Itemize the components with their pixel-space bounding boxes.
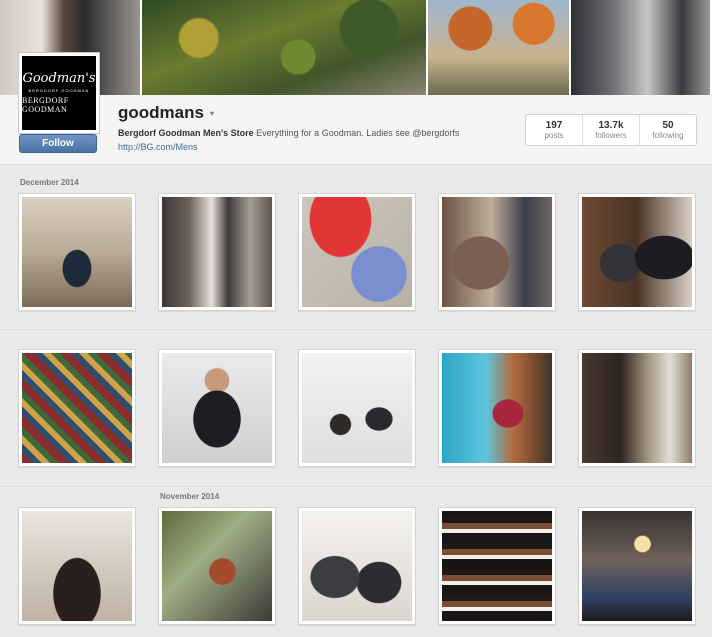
photo-tile-snow-figures[interactable] (298, 349, 416, 467)
photo-tile-leather-backpacks[interactable] (18, 507, 136, 625)
cover-photo-4[interactable] (571, 0, 712, 95)
photo-tile-shoe-shelves[interactable] (438, 507, 556, 625)
row-divider (0, 486, 712, 487)
photo-tile-store-interior[interactable] (158, 193, 276, 311)
photo (162, 353, 272, 463)
row-divider (0, 329, 712, 330)
stat-posts[interactable]: 197 posts (526, 115, 583, 145)
stats-box: 197 posts 13.7k followers 50 following (525, 114, 697, 146)
avatar-brand-text: BERGDORF GOODMAN (22, 96, 69, 114)
username[interactable]: goodmans ▾ (118, 103, 214, 123)
follow-button[interactable]: Follow (19, 134, 97, 153)
photo-tile-colorful-display[interactable] (438, 349, 556, 467)
photo (162, 511, 272, 621)
cover-photo-2[interactable] (142, 0, 428, 95)
bio-name: Bergdorf Goodman Men's Store (118, 128, 254, 138)
avatar[interactable]: Goodman's BERGDORF GOODMAN BERGDORF GOOD… (18, 52, 100, 134)
photo (582, 197, 692, 307)
photo (582, 353, 692, 463)
photo (162, 197, 272, 307)
stat-following[interactable]: 50 following (640, 115, 696, 145)
photo-tile-headphones-man[interactable] (158, 507, 276, 625)
photo (22, 511, 132, 621)
stat-value: 13.7k (598, 120, 624, 131)
stat-value: 50 (662, 120, 674, 131)
profile-link[interactable]: http://BG.com/Mens (118, 142, 198, 152)
photo (582, 511, 692, 621)
username-text: goodmans (118, 103, 204, 122)
bio-text: Everything for a Goodman. Ladies see @be… (253, 128, 460, 138)
photo (442, 511, 552, 621)
month-label-november: November 2014 (160, 492, 220, 501)
photo (302, 353, 412, 463)
photo-tile-suit-display[interactable] (298, 507, 416, 625)
month-label-december: December 2014 (20, 178, 79, 187)
photo-tile-bearded-man[interactable] (158, 349, 276, 467)
stat-label: followers (595, 131, 627, 140)
cover-photo-3[interactable] (428, 0, 571, 95)
photo-tile-sweaters[interactable] (298, 193, 416, 311)
photo (302, 511, 412, 621)
photo-tile-restaurant[interactable] (578, 507, 696, 625)
stat-label: following (652, 131, 684, 140)
stat-value: 197 (545, 120, 563, 131)
stat-label: posts (544, 131, 564, 140)
photo (22, 197, 132, 307)
stat-followers[interactable]: 13.7k followers (583, 115, 640, 145)
avatar-logo: Goodman's BERGDORF GOODMAN BERGDORF GOOD… (22, 56, 96, 130)
cover-photo-strip (0, 0, 712, 95)
photo-tile-shoe-wall[interactable] (578, 349, 696, 467)
photo-tile-plaid-scarves[interactable] (18, 349, 136, 467)
photo-tile-tweed-jacket[interactable] (438, 193, 556, 311)
chevron-down-icon[interactable]: ▾ (210, 109, 214, 118)
photo (302, 197, 412, 307)
bio: Bergdorf Goodman Men's Store Everything … (118, 128, 518, 138)
photo-tile-tuxedo-display[interactable] (578, 193, 696, 311)
photo-tile-archway-window[interactable] (18, 193, 136, 311)
photo (442, 197, 552, 307)
avatar-small-text: BERGDORF GOODMAN (28, 88, 90, 93)
photo (22, 353, 132, 463)
avatar-script-text: Goodman's (22, 71, 96, 86)
photo (442, 353, 552, 463)
